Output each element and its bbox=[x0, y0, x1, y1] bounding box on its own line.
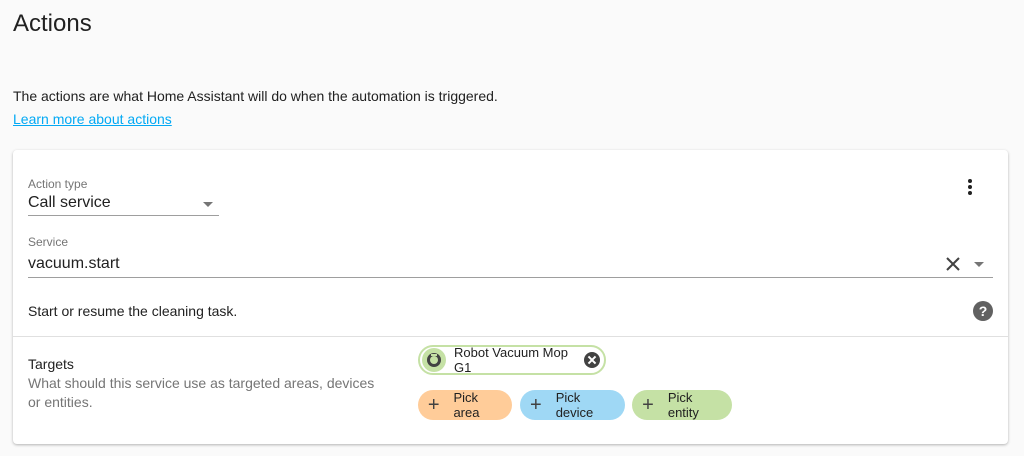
dots-vertical-icon[interactable] bbox=[963, 179, 977, 199]
service-description: Start or resume the cleaning task. bbox=[28, 303, 238, 319]
action-type-label: Action type bbox=[28, 177, 88, 191]
service-underline bbox=[28, 277, 993, 278]
robot-vacuum-icon bbox=[422, 348, 446, 372]
pick-entity-button[interactable]: + Pick entity bbox=[632, 390, 732, 420]
pick-entity-label: Pick entity bbox=[667, 390, 699, 420]
targets-description: What should this service use as targeted… bbox=[28, 375, 375, 410]
action-type-value: Call service bbox=[28, 194, 111, 211]
pick-device-button[interactable]: + Pick device bbox=[520, 390, 625, 420]
intro-text: The actions are what Home Assistant will… bbox=[13, 88, 498, 104]
plus-icon: + bbox=[427, 394, 440, 416]
help-circle-icon[interactable]: ? bbox=[973, 301, 993, 321]
close-icon[interactable] bbox=[943, 254, 963, 274]
target-chip-entity[interactable]: Robot Vacuum Mop G1 bbox=[418, 345, 606, 375]
remove-icon[interactable] bbox=[584, 352, 600, 368]
service-label: Service bbox=[28, 235, 69, 249]
learn-more-link[interactable]: Learn more about actions bbox=[13, 111, 172, 127]
pick-area-button[interactable]: + Pick area bbox=[418, 390, 512, 420]
plus-icon: + bbox=[530, 394, 542, 416]
page-title: Actions bbox=[13, 10, 92, 37]
chevron-down-icon bbox=[203, 202, 213, 207]
service-value: vacuum.start bbox=[28, 255, 120, 272]
action-card: Action type Call service Service vacuum.… bbox=[13, 150, 1008, 444]
action-type-underline bbox=[28, 215, 219, 216]
divider bbox=[13, 336, 1008, 337]
plus-icon: + bbox=[642, 394, 654, 416]
pick-area-label: Pick area bbox=[453, 390, 480, 420]
targets-title: Targets bbox=[28, 356, 74, 372]
chevron-down-icon[interactable] bbox=[974, 262, 984, 267]
pick-device-label: Pick device bbox=[555, 390, 594, 420]
target-chip-label: Robot Vacuum Mop G1 bbox=[454, 345, 568, 375]
